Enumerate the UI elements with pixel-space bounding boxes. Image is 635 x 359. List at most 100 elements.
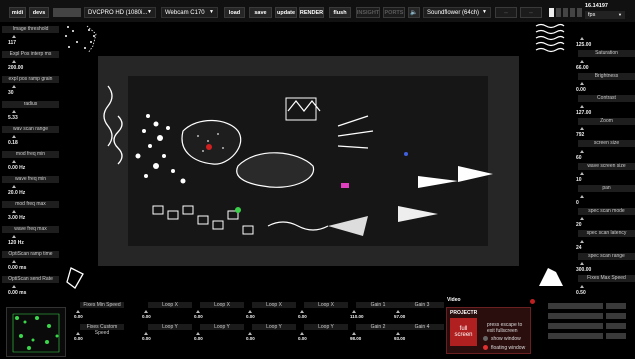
param-value[interactable]: 10: [576, 177, 582, 183]
disabled-button-d[interactable]: --: [520, 7, 542, 18]
slider-handle[interactable]: [12, 185, 16, 188]
grey-button[interactable]: [548, 323, 603, 329]
slider-handle[interactable]: [12, 210, 16, 213]
bottom-param-value[interactable]: 0.00: [246, 336, 255, 341]
speaker-icon[interactable]: 🔈: [408, 7, 420, 18]
bottom-param-value[interactable]: 0.00: [142, 314, 151, 319]
slider-handle[interactable]: [196, 310, 200, 313]
param-value[interactable]: 24: [576, 245, 582, 251]
slider-handle[interactable]: [12, 35, 16, 38]
disabled-button-b[interactable]: PORTS: [383, 7, 405, 18]
param-value[interactable]: 60: [576, 155, 582, 161]
slider-handle[interactable]: [12, 260, 16, 263]
load-button[interactable]: load: [224, 7, 245, 18]
grey-button[interactable]: [606, 313, 626, 319]
param-value[interactable]: 20: [576, 222, 582, 228]
bottom-param-value[interactable]: 0.00: [246, 314, 255, 319]
param-value[interactable]: 0.00: [576, 87, 586, 93]
camera-video-feed[interactable]: [98, 56, 519, 266]
param-value[interactable]: 20.0 Hz: [8, 190, 25, 196]
param-value[interactable]: 66.00: [576, 65, 589, 71]
slider-handle[interactable]: [352, 310, 356, 313]
slider-handle[interactable]: [12, 110, 16, 113]
param-value[interactable]: 0.00 ms: [8, 265, 26, 271]
devs-button[interactable]: devs: [29, 7, 49, 18]
slider-handle[interactable]: [144, 332, 148, 335]
slider-handle[interactable]: [580, 172, 584, 175]
param-value[interactable]: 0.00 Hz: [8, 165, 25, 171]
param-value[interactable]: 300.00: [576, 267, 591, 273]
bottom-param-value[interactable]: 57.00: [394, 314, 405, 319]
slider-handle[interactable]: [580, 59, 584, 63]
slider-handle[interactable]: [580, 262, 584, 265]
save-button[interactable]: save: [249, 7, 272, 18]
slider-handle[interactable]: [580, 239, 584, 243]
bottom-param-value[interactable]: 0.00: [298, 314, 307, 319]
slider-handle[interactable]: [396, 310, 400, 313]
slider-handle[interactable]: [580, 217, 584, 220]
slider-handle[interactable]: [76, 310, 80, 313]
param-value[interactable]: 0: [576, 200, 579, 206]
grey-button[interactable]: [548, 333, 603, 339]
grey-button[interactable]: [606, 303, 626, 309]
render-button[interactable]: RENDER: [299, 7, 324, 18]
param-value[interactable]: 120 Hz: [8, 240, 24, 246]
floating-window-toggle[interactable]: [483, 345, 488, 350]
video-source-dropdown[interactable]: DVCPRO HD (1080i... ▼: [84, 7, 156, 18]
grey-button[interactable]: [548, 313, 603, 319]
bottom-param-value[interactable]: 98.00: [350, 336, 361, 341]
disabled-button-a[interactable]: INSIGHT: [356, 7, 380, 18]
param-value[interactable]: 200.00: [8, 65, 23, 71]
param-value[interactable]: 5.33: [8, 115, 18, 121]
slider-handle[interactable]: [12, 285, 16, 288]
bottom-param-value[interactable]: 0.00: [74, 336, 83, 341]
bottom-param-value[interactable]: 0.00: [194, 314, 203, 319]
grey-button[interactable]: [606, 333, 626, 339]
slider-handle[interactable]: [12, 160, 16, 163]
slider-handle[interactable]: [76, 332, 80, 335]
disabled-button-c[interactable]: --: [495, 7, 517, 18]
slider-handle[interactable]: [580, 284, 584, 288]
param-value[interactable]: 127.00: [576, 110, 591, 116]
grey-button[interactable]: [606, 323, 626, 329]
param-value[interactable]: 0.00 ms: [8, 290, 26, 296]
grey-button[interactable]: [548, 303, 603, 309]
slider-handle[interactable]: [580, 82, 584, 85]
slider-handle[interactable]: [144, 310, 148, 313]
slider-handle[interactable]: [580, 37, 584, 40]
param-value[interactable]: 125.00: [576, 42, 591, 48]
bottom-param-value[interactable]: 0.00: [298, 336, 307, 341]
slider-handle[interactable]: [300, 332, 304, 335]
param-value[interactable]: 117: [8, 40, 16, 46]
camera-dropdown[interactable]: Webcam C170 ▼: [161, 7, 218, 18]
param-value[interactable]: 792: [576, 132, 584, 138]
minimap[interactable]: [6, 307, 66, 357]
slider-handle[interactable]: [248, 310, 252, 313]
slider-handle[interactable]: [580, 127, 584, 130]
bottom-param-value[interactable]: 0.00: [194, 336, 203, 341]
slider-handle[interactable]: [12, 60, 16, 63]
param-value[interactable]: 30: [8, 90, 14, 96]
audio-output-dropdown[interactable]: Soundflower (64ch) ▼: [423, 7, 491, 18]
show-window-toggle[interactable]: [483, 336, 488, 341]
param-value[interactable]: 0.18: [8, 140, 18, 146]
midi-button[interactable]: midi: [9, 7, 26, 18]
full-screen-button[interactable]: full screen: [450, 318, 477, 346]
param-value[interactable]: 0.50: [576, 290, 586, 296]
slider-handle[interactable]: [300, 310, 304, 313]
slider-handle[interactable]: [248, 332, 252, 335]
slider-handle[interactable]: [12, 85, 16, 88]
bottom-param-value[interactable]: 93.00: [394, 336, 405, 341]
update-button[interactable]: update: [275, 7, 297, 18]
flush-button[interactable]: flush: [329, 7, 351, 18]
bottom-param-value[interactable]: 0.00: [142, 336, 151, 341]
slider-handle[interactable]: [396, 332, 400, 335]
slider-handle[interactable]: [12, 235, 16, 238]
slider-handle[interactable]: [580, 194, 584, 198]
slider-handle[interactable]: [196, 332, 200, 335]
bottom-param-value[interactable]: 0.00: [74, 314, 83, 319]
fps-dropdown[interactable]: fps ▼: [585, 11, 625, 19]
blank-button[interactable]: [53, 8, 81, 17]
slider-handle[interactable]: [580, 104, 584, 108]
param-value[interactable]: 3.00 Hz: [8, 215, 25, 221]
